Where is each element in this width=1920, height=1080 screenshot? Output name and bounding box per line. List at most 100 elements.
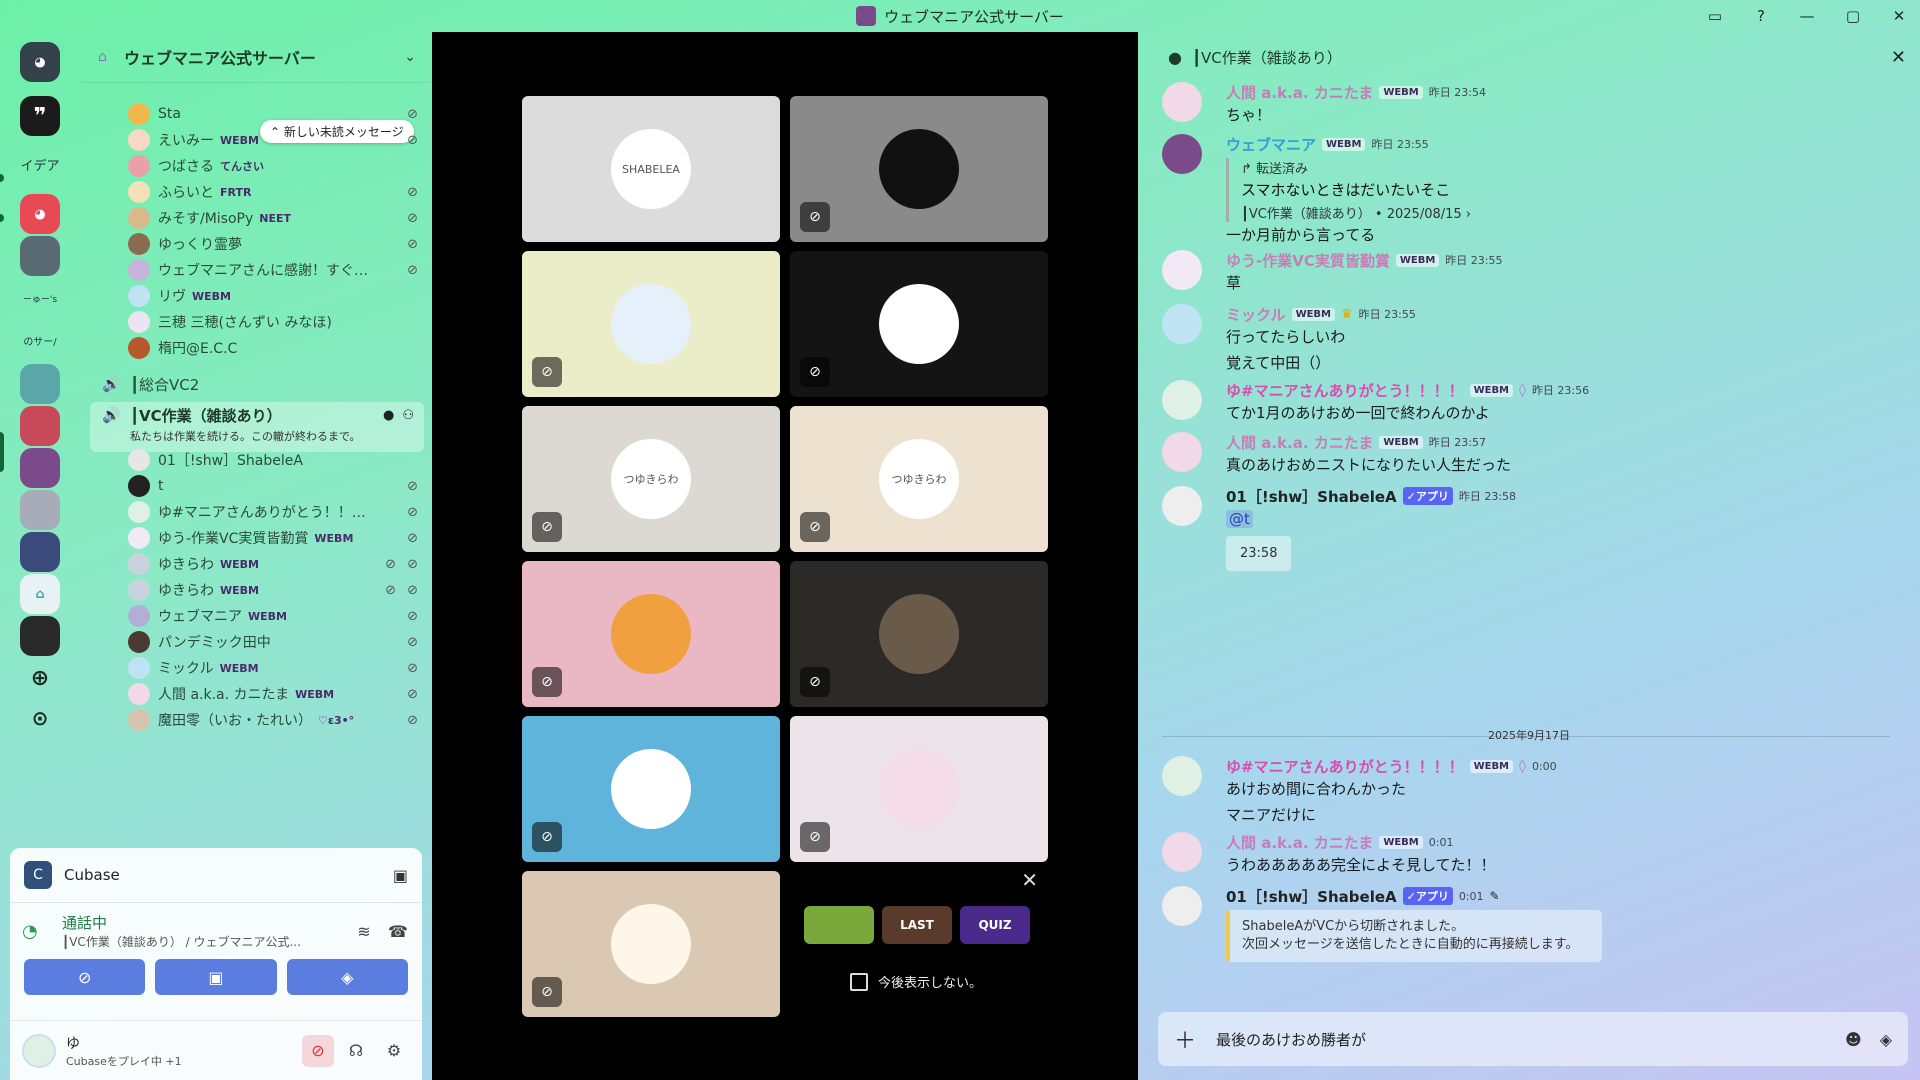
forwarded-source[interactable]: ┃VC作業（雑談あり） • 2025/08/15 ›: [1241, 203, 1902, 222]
server-avatar-3[interactable]: [20, 406, 60, 446]
voice-member[interactable]: ウェブマニアさんに感謝！すぐ死... ⊘: [128, 256, 424, 284]
voice-member[interactable]: ゆきらわ WEBM ⊘ ⊘: [128, 550, 424, 578]
server-idea[interactable]: イデア: [20, 144, 60, 184]
voice-member[interactable]: パンデミック田中 ⊘: [128, 628, 424, 656]
voice-channel-general2[interactable]: 🔊 ┃総合VC2: [90, 368, 424, 400]
video-tile[interactable]: つゆきらわ ⊘: [790, 406, 1048, 552]
voice-member[interactable]: ふらいと FRTR ⊘: [128, 178, 424, 206]
dont-show-again[interactable]: 今後表示しない。: [850, 972, 982, 991]
server-avatar-2[interactable]: [20, 364, 60, 404]
video-tile[interactable]: ⊘: [790, 251, 1048, 397]
close-icon[interactable]: ✕: [1891, 47, 1906, 68]
close-icon[interactable]: ✕: [1021, 868, 1038, 892]
noise-suppression-icon[interactable]: ≋: [352, 922, 376, 941]
message-author[interactable]: 人間 a.k.a. カニたま: [1226, 832, 1373, 853]
message-author[interactable]: 01［!shw］ShabeleA: [1226, 486, 1397, 507]
voice-member[interactable]: 楕円@E.C.C: [128, 334, 424, 362]
composer-input[interactable]: 最後のあけおめ勝者が: [1216, 1029, 1827, 1050]
discord-server-icon[interactable]: ◕: [20, 194, 60, 234]
activity-card[interactable]: C Cubase ▣: [10, 848, 422, 903]
voice-member[interactable]: 三穂 三穂(さんずい みなほ): [128, 308, 424, 336]
game-icon-2[interactable]: LAST: [882, 906, 952, 944]
mute-mic-button[interactable]: ⊘: [302, 1034, 334, 1067]
message-author[interactable]: ミックル: [1226, 304, 1286, 325]
activities-button[interactable]: ◈: [286, 959, 408, 995]
user-mention[interactable]: @t: [1226, 510, 1253, 528]
voice-member[interactable]: えいみー WEBM ⊘: [128, 126, 424, 154]
checkbox[interactable]: [850, 972, 868, 991]
avatar[interactable]: [1162, 486, 1202, 526]
camera-off-button[interactable]: ⊘: [24, 959, 146, 995]
server-no[interactable]: のサー/: [20, 320, 60, 360]
voice-member[interactable]: ミックル WEBM ⊘: [128, 654, 424, 682]
game-icon-1[interactable]: [804, 906, 874, 944]
forwarded-message[interactable]: ↱ 転送済み スマホないときはだいたいそこ ┃VC作業（雑談あり） • 2025…: [1226, 158, 1902, 222]
avatar[interactable]: [22, 1033, 56, 1068]
avatar[interactable]: [1162, 134, 1202, 174]
message-author[interactable]: 人間 a.k.a. カニたま: [1226, 82, 1373, 103]
voice-member[interactable]: ゆきらわ WEBM ⊘ ⊘: [128, 576, 424, 604]
video-tile[interactable]: つゆきらわ ⊘: [522, 406, 780, 552]
emoji-icon[interactable]: ☻: [1845, 1030, 1862, 1049]
avatar[interactable]: [1162, 832, 1202, 872]
share-screen-button[interactable]: ▣: [155, 959, 277, 995]
voice-member[interactable]: ウェブマニア WEBM ⊘: [128, 602, 424, 630]
voice-member[interactable]: 人間 a.k.a. カニたま WEBM ⊘: [128, 680, 424, 708]
video-tile[interactable]: ⊘: [790, 96, 1048, 242]
avatar[interactable]: [1162, 432, 1202, 472]
video-tile[interactable]: ⊘: [790, 716, 1048, 862]
avatar[interactable]: [1162, 82, 1202, 122]
discover-icon[interactable]: ⊙: [20, 698, 60, 738]
signal-icon[interactable]: ◔: [22, 917, 50, 945]
voice-channel-path[interactable]: ┃VC作業（雑談あり） / ウェブマニア公式...: [62, 933, 322, 950]
message-author[interactable]: ウェブマニア: [1226, 134, 1316, 155]
voice-member[interactable]: みそす/MisoPy NEET ⊘: [128, 204, 424, 232]
server-yuu[interactable]: ーゅー's: [20, 278, 60, 318]
avatar[interactable]: [1162, 886, 1202, 926]
chevron-down-icon[interactable]: ⌄: [404, 49, 416, 65]
voice-member[interactable]: ゆっくり霊夢 ⊘: [128, 230, 424, 258]
maximize-button[interactable]: ▢: [1842, 5, 1864, 27]
video-tile[interactable]: ⊘: [522, 251, 780, 397]
voice-member[interactable]: ゆう-作業VC実質皆勤賞 WEBM ⊘: [128, 524, 424, 552]
quote-server-icon[interactable]: ❞: [20, 96, 60, 136]
close-window-button[interactable]: ✕: [1888, 5, 1910, 27]
voice-member[interactable]: ゆ#マニアさんありがとう！！！！ ⊘: [128, 498, 424, 526]
avatar[interactable]: [1162, 304, 1202, 344]
voice-member[interactable]: 01［!shw］ShabeleA: [128, 446, 424, 474]
video-tile[interactable]: ⊘: [790, 561, 1048, 707]
invite-icon[interactable]: ⚇: [402, 408, 414, 423]
disconnect-icon[interactable]: ☎: [386, 922, 410, 941]
message-author[interactable]: ゆ#マニアさんありがとう！！！！: [1226, 380, 1464, 401]
headphones-button[interactable]: ☊: [340, 1035, 372, 1067]
voice-member[interactable]: t ⊘: [128, 472, 424, 500]
game-icon-3[interactable]: QUIZ: [960, 906, 1030, 944]
voice-channel-work[interactable]: 🔊 ┃VC作業（雑談あり） ● ⚇ 私たちは作業を続ける。この轍が終わるまで。: [90, 402, 424, 452]
minimize-button[interactable]: —: [1796, 5, 1818, 27]
server-avatar-1[interactable]: [20, 236, 60, 276]
voice-member[interactable]: 魔田零（いお・たれい） ♡ε3•° ⊘: [128, 706, 424, 734]
server-avatar-7[interactable]: [20, 616, 60, 656]
avatar[interactable]: [1162, 250, 1202, 290]
message-author[interactable]: ゆ#マニアさんありがとう！！！！: [1226, 756, 1464, 777]
help-icon[interactable]: ?: [1750, 5, 1772, 27]
message-author[interactable]: ゆう-作業VC実質皆勤賞: [1226, 250, 1390, 271]
message-author[interactable]: 人間 a.k.a. カニたま: [1226, 432, 1373, 453]
avatar[interactable]: [1162, 380, 1202, 420]
server-avatar-5[interactable]: [20, 532, 60, 572]
message-composer[interactable]: ＋ 最後のあけおめ勝者が ☻ ◈: [1158, 1012, 1908, 1066]
server-header[interactable]: ⌂ ウェブマニア公式サーバー ⌄: [82, 32, 430, 83]
add-attachment-icon[interactable]: ＋: [1174, 1023, 1196, 1055]
video-tile[interactable]: ⊘: [522, 716, 780, 862]
chat-bubble-icon[interactable]: ●: [383, 408, 394, 423]
video-tile[interactable]: SHABELEA: [522, 96, 780, 242]
settings-gear-icon[interactable]: ⚙: [378, 1035, 410, 1067]
video-tile[interactable]: ⊘: [522, 561, 780, 707]
voice-member[interactable]: つばさる てんさい: [128, 152, 424, 180]
server-avatar-webmania[interactable]: [20, 448, 60, 488]
inbox-icon[interactable]: ▭: [1704, 5, 1726, 27]
message-author[interactable]: 01［!shw］ShabeleA: [1226, 886, 1397, 907]
add-server-icon[interactable]: ⊕: [20, 658, 60, 698]
video-tile[interactable]: ⊘: [522, 871, 780, 1017]
avatar[interactable]: [1162, 756, 1202, 796]
